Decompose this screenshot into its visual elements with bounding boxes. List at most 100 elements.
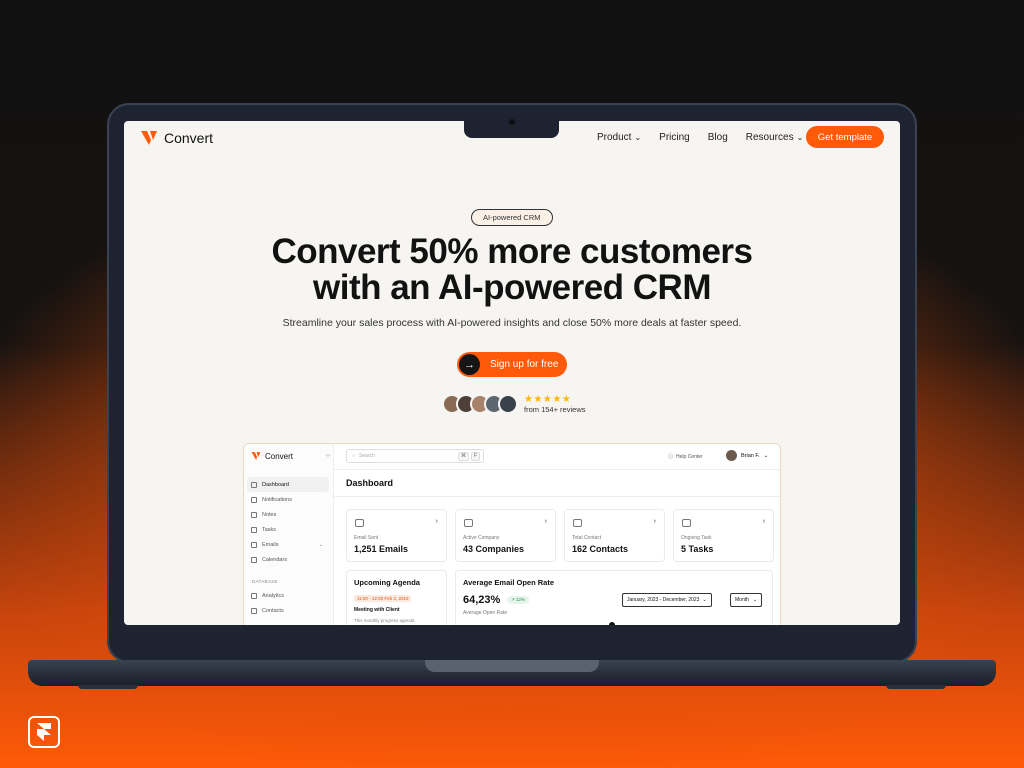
- nav-blog[interactable]: Blog: [708, 132, 728, 143]
- nav-resources-label: Resources: [745, 132, 794, 143]
- chevron-right-icon: ›: [435, 518, 438, 525]
- nav-pricing[interactable]: Pricing: [659, 132, 690, 143]
- sidebar-item-emails[interactable]: Emails ⌄: [247, 537, 329, 552]
- stat-label: Email Sent: [354, 535, 379, 541]
- get-template-button[interactable]: Get template: [806, 126, 884, 148]
- dashboard-topbar: ○ Search ⌘ F ⓘ Help Center Brian F. ⌄: [334, 444, 780, 470]
- open-rate-change: 12%: [516, 597, 526, 602]
- social-proof: ★★★★★ from 154+ reviews: [442, 394, 585, 414]
- sidebar-item-analytics[interactable]: Analytics: [247, 588, 329, 603]
- chevron-right-icon: ›: [762, 518, 765, 525]
- dashboard-logo[interactable]: Convert: [251, 451, 293, 461]
- stat-value: 5 Tasks: [681, 544, 714, 554]
- chevron-down-icon[interactable]: ⌄: [319, 542, 323, 548]
- sidebar-item-calendars[interactable]: Calendars: [247, 552, 329, 567]
- search-shortcut: ⌘ F: [457, 452, 480, 461]
- dashboard-menu: Dashboard Notifications Notes Tasks Emai…: [247, 477, 329, 618]
- nav-product-label: Product: [597, 132, 632, 143]
- dashboard-search-input[interactable]: ○ Search ⌘ F: [346, 449, 484, 463]
- period-value: Month: [735, 597, 749, 603]
- agenda-meeting-title[interactable]: Meeting with Client: [354, 607, 400, 613]
- stat-value: 43 Companies: [463, 544, 525, 554]
- search-placeholder: Search: [359, 453, 375, 459]
- hero-badge: AI-powered CRM: [471, 209, 553, 226]
- stat-label: Total Contact: [572, 535, 602, 541]
- agenda-time-tag: 11:00 - 12:00 Feb 2, 2019: [354, 595, 412, 602]
- chevron-down-icon: ⌄: [763, 452, 769, 459]
- arrow-right-icon: →: [459, 354, 480, 375]
- sidebar-item-notes[interactable]: Notes: [247, 507, 329, 522]
- page-title: Dashboard: [346, 478, 394, 488]
- help-center-link[interactable]: ⓘ Help Center: [668, 453, 703, 461]
- chevron-down-icon: ⌄: [634, 133, 642, 142]
- date-range-select[interactable]: January, 2023 - December, 2023 ⌄: [622, 593, 712, 607]
- hero-title: Convert 50% more customers with an AI-po…: [124, 234, 900, 306]
- nav-links: Product ⌄ Pricing Blog Resources ⌄: [597, 132, 803, 143]
- reviews-count: from 154+ reviews: [524, 405, 586, 414]
- stat-label: Ongoing Task: [681, 535, 712, 541]
- dashboard-icon: [251, 481, 257, 488]
- stat-card-ongoing-task[interactable]: › Ongoing Task 5 Tasks: [673, 509, 774, 562]
- site-logo[interactable]: Convert: [140, 129, 213, 147]
- database-section-label: DATABASE: [252, 579, 278, 584]
- sidebar-item-notifications[interactable]: Notifications: [247, 492, 329, 507]
- mail-icon: [355, 519, 364, 527]
- star-rating-icon: ★★★★★: [524, 394, 572, 405]
- clipboard-icon: [682, 519, 691, 527]
- stat-value: 162 Contacts: [572, 544, 629, 554]
- framer-mark-icon: [37, 723, 51, 741]
- stat-card-email-sent[interactable]: › Email Sent 1,251 Emails: [346, 509, 447, 562]
- collapse-sidebar-icon[interactable]: ‹›: [326, 453, 330, 459]
- sidebar-item-label: Notifications: [262, 496, 292, 503]
- chevron-right-icon: ›: [544, 518, 547, 525]
- sign-up-button[interactable]: → Sign up for free: [457, 352, 567, 377]
- sidebar-item-contacts[interactable]: Contacts: [247, 603, 329, 618]
- nav-product[interactable]: Product ⌄: [597, 132, 641, 143]
- chart-point: [609, 622, 615, 625]
- sidebar-item-label: Tasks: [262, 526, 277, 533]
- logo-text: Convert: [164, 130, 214, 146]
- sidebar-item-label: Notes: [262, 511, 277, 518]
- help-icon: ⓘ: [668, 454, 674, 460]
- stat-card-total-contact[interactable]: › Total Contact 162 Contacts: [564, 509, 665, 562]
- stat-card-active-company[interactable]: › Active Company 43 Companies: [455, 509, 556, 562]
- hero-title-line2: with an AI-powered CRM: [313, 268, 711, 307]
- sidebar-item-label: Calendars: [262, 556, 288, 563]
- user-menu[interactable]: Brian F. ⌄: [726, 450, 768, 461]
- dashboard-logo-text: Convert: [265, 451, 294, 461]
- nav-blog-label: Blog: [707, 132, 728, 143]
- task-icon: [251, 526, 257, 533]
- avatar: [726, 450, 737, 461]
- laptop-opening-notch: [425, 660, 599, 672]
- rating-block: ★★★★★ from 154+ reviews: [524, 394, 585, 414]
- chevron-right-icon: ›: [653, 518, 656, 525]
- agenda-meeting-desc: This monthly progress agenda: [354, 618, 415, 623]
- trend-up-icon: ↗: [511, 597, 515, 602]
- chevron-down-icon: ⌄: [752, 597, 758, 603]
- upcoming-agenda-card: Upcoming Agenda 11:00 - 12:00 Feb 2, 201…: [346, 570, 447, 625]
- dashboard-sidebar: Convert ‹› Dashboard Notifications Notes…: [244, 444, 334, 625]
- stat-value: 1,251 Emails: [354, 544, 409, 554]
- chevron-down-icon: ⌄: [702, 597, 707, 603]
- sidebar-item-label: Contacts: [262, 607, 284, 614]
- sidebar-item-tasks[interactable]: Tasks: [247, 522, 329, 537]
- nav-pricing-label: Pricing: [659, 132, 690, 143]
- command-key: ⌘: [457, 452, 469, 461]
- hero-subtitle: Streamline your sales process with AI-po…: [282, 317, 742, 329]
- analytics-icon: [251, 592, 257, 599]
- chevron-down-icon: ⌄: [796, 133, 804, 142]
- sidebar-item-dashboard[interactable]: Dashboard: [247, 477, 329, 492]
- sidebar-item-label: Analytics: [262, 592, 285, 599]
- date-range-value: January, 2023 - December, 2023: [627, 597, 700, 603]
- browser-screen: Convert Product ⌄ Pricing Blog Resources ⌄…: [124, 121, 900, 625]
- framer-logo-icon[interactable]: [28, 716, 60, 748]
- laptop-foot: [886, 685, 946, 689]
- nav-resources[interactable]: Resources ⌄: [746, 132, 804, 143]
- open-rate-label: Average Open Rate: [463, 610, 508, 616]
- period-select[interactable]: Month ⌄: [730, 593, 763, 607]
- stat-label: Active Company: [463, 535, 500, 541]
- open-rate-card: Average Email Open Rate 64,23% ↗ 12% Ave…: [455, 570, 773, 625]
- laptop-foot: [78, 685, 138, 689]
- briefcase-icon: [464, 519, 473, 527]
- contact-card-icon: [573, 519, 582, 527]
